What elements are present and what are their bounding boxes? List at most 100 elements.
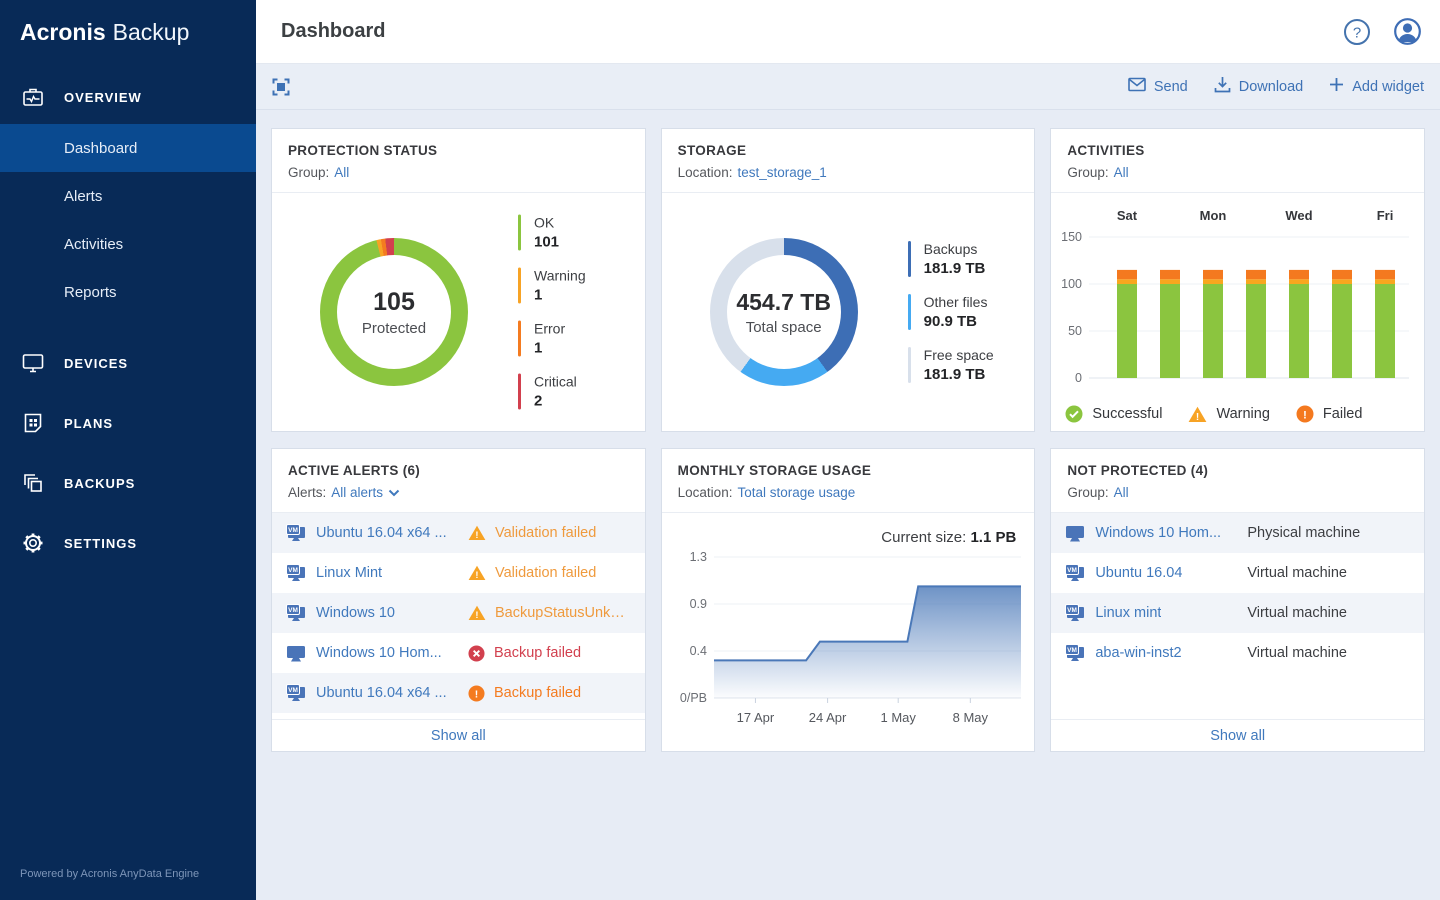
legend-label: Warning xyxy=(1216,406,1269,422)
not-protected-header: NOT PROTECTED (4) Group: All xyxy=(1051,449,1424,513)
machine-name-link[interactable]: Ubuntu 16.04 x64 ... xyxy=(316,525,447,541)
storage-legend: Backups 181.9 TB Other files 90.9 TB Fre… xyxy=(908,241,994,383)
critical-status-icon xyxy=(468,645,485,662)
svg-text:0.4: 0.4 xyxy=(689,644,706,658)
machine-name-link[interactable]: Ubuntu 16.04 xyxy=(1095,565,1182,581)
widget-filter: Location: test_storage_1 xyxy=(678,165,1019,180)
vm-machine-icon: VM xyxy=(286,684,306,702)
machine-name-link[interactable]: aba-win-inst2 xyxy=(1095,645,1181,661)
bar-wed-warning xyxy=(1289,279,1309,284)
not-protected-show-all-link[interactable]: Show all xyxy=(1051,719,1424,751)
svg-text:17 Apr: 17 Apr xyxy=(736,710,774,725)
not-protected-list: Windows 10 Hom... Physical machine VM Ub… xyxy=(1051,513,1424,673)
machine-type: Virtual machine xyxy=(1247,605,1347,621)
sidebar-item-dashboard[interactable]: Dashboard xyxy=(0,124,256,172)
filter-label: Group: xyxy=(1067,165,1108,180)
download-button[interactable]: Download xyxy=(1214,76,1304,97)
warning-status-icon: ! xyxy=(468,605,486,621)
sidebar-section-overview[interactable]: OVERVIEW xyxy=(0,70,256,124)
machine-name-link[interactable]: Windows 10 Hom... xyxy=(316,645,442,661)
sidebar-section-label: DEVICES xyxy=(64,356,128,371)
alerts-filter-dropdown[interactable]: Alerts: All alerts xyxy=(288,485,629,500)
legend-label: OK xyxy=(534,215,559,231)
legend-label: Other files xyxy=(924,294,988,310)
account-button[interactable] xyxy=(1393,17,1422,46)
protected-count: 105 xyxy=(373,288,415,317)
group-filter-link[interactable]: All xyxy=(1114,165,1129,180)
help-button[interactable]: ? xyxy=(1343,18,1371,46)
sidebar-item-alerts[interactable]: Alerts xyxy=(0,172,256,220)
bar-wed-failed xyxy=(1289,270,1309,279)
legend-color-bar xyxy=(908,241,911,277)
svg-text:VM: VM xyxy=(1067,607,1077,614)
storage-header: STORAGE Location: test_storage_1 xyxy=(662,129,1035,193)
vm-machine-icon: VM xyxy=(1065,644,1085,662)
dashboard-content: PROTECTION STATUS Group: All 105 Protect… xyxy=(256,110,1440,900)
alerts-filter-value[interactable]: All alerts xyxy=(331,485,383,500)
current-size: Current size: 1.1 PB xyxy=(881,529,1016,546)
vm-machine-icon: VM xyxy=(1065,604,1085,622)
physical-machine-icon xyxy=(286,644,306,662)
send-button[interactable]: Send xyxy=(1128,76,1188,97)
alerts-show-all-link[interactable]: Show all xyxy=(272,719,645,751)
acronis-backup-logo: Acronis Backup xyxy=(0,0,256,64)
bar-thu-warning xyxy=(1332,279,1352,284)
machine-name-link[interactable]: Windows 10 Hom... xyxy=(1095,525,1221,541)
legend-item-backups: Backups 181.9 TB xyxy=(908,241,994,277)
location-filter-link[interactable]: Total storage usage xyxy=(737,485,855,500)
legend-warning: !Warning xyxy=(1188,406,1269,423)
machine-name-link[interactable]: Ubuntu 16.04 x64 ... xyxy=(316,685,447,701)
svg-text:1 May: 1 May xyxy=(880,710,916,725)
alert-row: VM Ubuntu 16.04 x64 ... ! Backup failed xyxy=(272,673,645,713)
legend-value: 181.9 TB xyxy=(924,366,994,383)
widget-monthly-storage-usage: MONTHLY STORAGE USAGE Location: Total st… xyxy=(661,448,1036,752)
legend-label: Backups xyxy=(924,241,986,257)
legend-color-bar xyxy=(518,268,521,304)
group-filter-link[interactable]: All xyxy=(334,165,349,180)
svg-text:!: ! xyxy=(1303,409,1307,421)
svg-text:VM: VM xyxy=(1067,567,1077,574)
machine-name-link[interactable]: Linux Mint xyxy=(316,565,382,581)
sidebar-item-reports[interactable]: Reports xyxy=(0,268,256,316)
sidebar-section-settings[interactable]: SETTINGS xyxy=(0,516,256,570)
machine-type: Virtual machine xyxy=(1247,565,1347,581)
svg-text:0: 0 xyxy=(1075,371,1082,385)
sidebar-item-activities[interactable]: Activities xyxy=(0,220,256,268)
machine-name-link[interactable]: Windows 10 xyxy=(316,605,395,621)
widget-filter: Group: All xyxy=(1067,485,1408,500)
warning-status-icon: ! xyxy=(468,565,486,581)
legend-color-bar xyxy=(518,374,521,410)
svg-text:!: ! xyxy=(475,569,478,580)
total-space-value: 454.7 TB xyxy=(736,289,831,316)
main-area: Dashboard ? xyxy=(256,0,1440,900)
location-filter-link[interactable]: test_storage_1 xyxy=(737,165,826,180)
machine-type: Physical machine xyxy=(1247,525,1360,541)
widget-title: STORAGE xyxy=(678,143,1019,158)
not-protected-row: VM aba-win-inst2 Virtual machine xyxy=(1051,633,1424,673)
svg-text:VM: VM xyxy=(1067,647,1077,654)
alert-status-text: Backup failed xyxy=(494,685,581,701)
bar-sun-successful xyxy=(1160,284,1180,378)
widget-activities: ACTIVITIES Group: All 150100500SatMonWed… xyxy=(1050,128,1425,432)
legend-label: Free space xyxy=(924,347,994,363)
legend-value: 2 xyxy=(534,393,577,410)
sidebar-section-devices[interactable]: DEVICES xyxy=(0,336,256,390)
group-filter-link[interactable]: All xyxy=(1114,485,1129,500)
machine-name-link[interactable]: Linux mint xyxy=(1095,605,1161,621)
bar-sat-failed xyxy=(1117,270,1137,279)
current-size-label: Current size: xyxy=(881,529,966,546)
sidebar-section-plans[interactable]: PLANS xyxy=(0,396,256,450)
bar-sat-successful xyxy=(1117,284,1137,378)
sidebar-section-backups[interactable]: BACKUPS xyxy=(0,456,256,510)
add-widget-button[interactable]: Add widget xyxy=(1329,76,1424,97)
bar-mon-successful xyxy=(1203,284,1223,378)
legend-item-other-files: Other files 90.9 TB xyxy=(908,294,994,330)
legend-successful: Successful xyxy=(1065,405,1162,423)
protection-donut-center: 105 Protected xyxy=(320,238,468,386)
sidebar-section-label: BACKUPS xyxy=(64,476,135,491)
devices-icon xyxy=(20,350,46,376)
legend-value: 90.9 TB xyxy=(924,313,988,330)
widget-title: ACTIVE ALERTS (6) xyxy=(288,463,629,478)
fullscreen-button[interactable] xyxy=(272,78,290,96)
download-label: Download xyxy=(1239,79,1304,95)
